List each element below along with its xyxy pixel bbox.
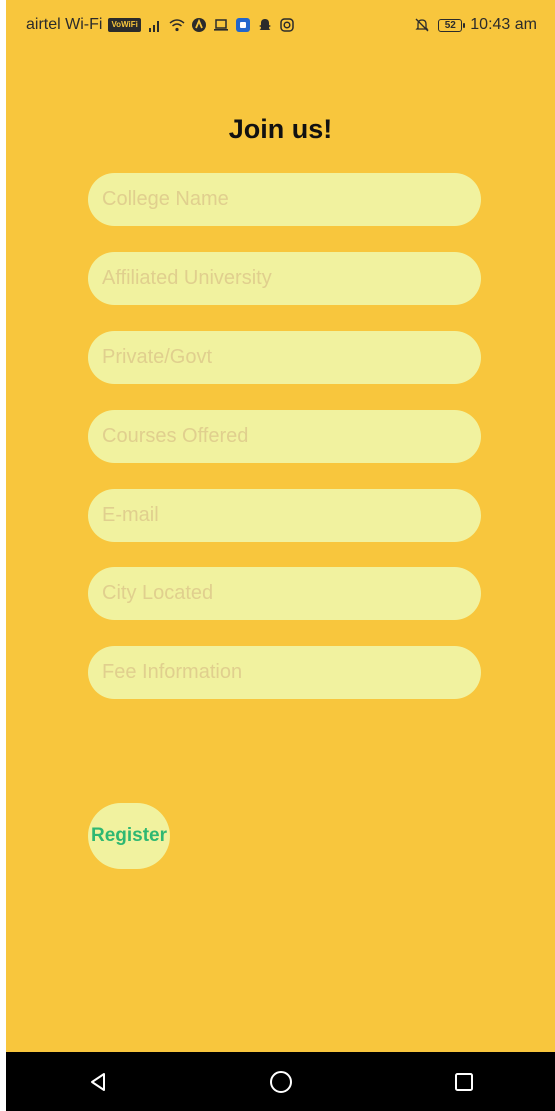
city-located-input[interactable] — [88, 567, 481, 620]
status-left: airtel Wi-Fi VoWiFi — [26, 16, 295, 34]
wifi-icon — [169, 19, 185, 32]
mute-icon — [415, 18, 429, 32]
affiliated-university-input[interactable] — [88, 252, 481, 305]
courses-offered-input[interactable] — [88, 410, 481, 463]
navigation-bar — [6, 1052, 555, 1111]
back-button[interactable] — [85, 1069, 111, 1095]
battery-icon: 52 — [438, 18, 466, 32]
back-icon — [90, 1072, 105, 1091]
home-icon — [269, 1070, 292, 1093]
recents-icon — [454, 1072, 473, 1091]
page-title: Join us! — [228, 114, 333, 144]
battery-level: 52 — [444, 19, 456, 31]
private-govt-input[interactable] — [88, 331, 481, 384]
app-screen: airtel Wi-Fi VoWiFi 52 10:43 am Join us!… — [6, 0, 555, 1111]
home-button[interactable] — [268, 1069, 294, 1095]
fee-information-input[interactable] — [88, 646, 481, 699]
status-right: 52 10:43 am — [414, 16, 537, 34]
recents-button[interactable] — [451, 1069, 477, 1095]
email-input[interactable] — [88, 489, 481, 542]
snapchat-icon — [258, 19, 271, 30]
shield-app-icon — [235, 18, 250, 32]
signal-icon — [148, 21, 159, 32]
laptop-icon — [213, 19, 228, 31]
status-bar: airtel Wi-Fi VoWiFi 52 10:43 am — [6, 0, 555, 52]
instagram-icon — [280, 18, 294, 32]
register-button[interactable]: Register — [88, 803, 170, 869]
carrier-label: airtel Wi-Fi — [26, 16, 103, 33]
clock: 10:43 am — [470, 16, 537, 33]
vowifi-badge: VoWiFi — [108, 18, 141, 32]
college-name-input[interactable] — [88, 173, 481, 226]
notification-app-icon — [191, 18, 206, 32]
